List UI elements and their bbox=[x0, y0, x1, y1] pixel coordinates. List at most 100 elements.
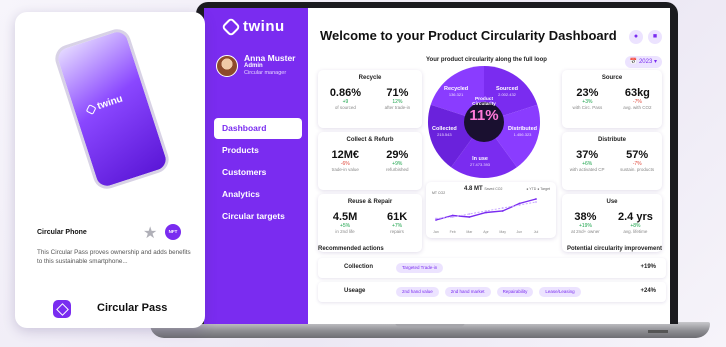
segment-label: Collected 215.543 bbox=[432, 126, 457, 137]
data-point bbox=[518, 204, 521, 206]
metric-label: in 2nd life bbox=[335, 229, 355, 234]
nft-badge[interactable]: NFT bbox=[165, 224, 181, 240]
co2-line-chart: Jan Feb Mar Apr May Jun Jul bbox=[433, 198, 539, 234]
nav-item-dashboard[interactable]: Dashboard bbox=[214, 118, 302, 139]
notification-icon[interactable]: ● bbox=[629, 30, 643, 44]
metric-label: refurbished bbox=[385, 167, 409, 172]
app-logo-text: twinu bbox=[243, 18, 285, 35]
x-tick-label: Mar bbox=[466, 230, 473, 234]
card-use[interactable]: Use 38% +19% at 2nd+ owner 2.4 yrs +8% avg. … bbox=[562, 194, 662, 252]
card-collect-refurb[interactable]: Collect & Refurb 12M€ -6% trade-in value 2… bbox=[318, 132, 422, 190]
screen: twinu Anna Muster Admin Circular manager… bbox=[204, 8, 670, 324]
action-tag[interactable]: Repairability bbox=[496, 287, 534, 297]
sidebar: twinu Anna Muster Admin Circular manager… bbox=[204, 8, 308, 324]
data-point bbox=[485, 210, 487, 212]
star-icon[interactable]: ★ bbox=[143, 223, 157, 243]
metric-label: trade-in value bbox=[331, 167, 359, 172]
nav: Dashboard Products Customers Analytics C… bbox=[214, 118, 302, 228]
data-point bbox=[468, 213, 471, 215]
twinu-logo-icon bbox=[85, 103, 97, 115]
year-selector[interactable]: 📅 2023 ▾ bbox=[624, 56, 662, 68]
card-title: Distribute bbox=[597, 137, 626, 143]
data-point bbox=[501, 207, 504, 209]
improvement-title: Potential circularity improvement bbox=[566, 246, 662, 252]
metric-value: 57% bbox=[626, 149, 649, 161]
action-tag[interactable]: 2nd hand value bbox=[396, 287, 439, 297]
pass-product-name: Circular Phone bbox=[37, 229, 87, 236]
x-tick-label: Jul bbox=[534, 230, 539, 234]
data-point bbox=[451, 216, 454, 218]
user-name: Anna Muster bbox=[244, 53, 296, 63]
action-label: Useage bbox=[344, 288, 366, 294]
action-tag[interactable]: 2nd hand market bbox=[444, 287, 491, 297]
card-source[interactable]: Source 23% +3% with Circ. Pass 63kg -7% avg.… bbox=[562, 70, 662, 128]
app-logo[interactable]: twinu bbox=[221, 16, 285, 37]
metric-label: sustain. products bbox=[620, 167, 655, 172]
card-title: Collect & Refurb bbox=[346, 137, 394, 143]
card-reuse-repair[interactable]: Reuse & Repair 4.5M +5% in 2nd life 61K +7%… bbox=[318, 194, 422, 252]
card-recycle[interactable]: Recycle 0.86% +9 of sourced 71% 12% after tr… bbox=[318, 70, 422, 128]
action-tag[interactable]: Targeted Trade-in bbox=[396, 263, 444, 273]
card-title: Use bbox=[606, 199, 618, 205]
metric-value: 0.86% bbox=[329, 87, 362, 99]
chat-icon[interactable]: ■ bbox=[648, 30, 662, 44]
action-tag[interactable]: Lease/Leasing bbox=[539, 287, 581, 297]
segment-label: In use 27.473.393 bbox=[470, 156, 491, 167]
recommended-actions-title: Recommended actions bbox=[318, 246, 384, 252]
circular-pass-card[interactable]: twinu Circular Phone ★ NFT This Circular… bbox=[15, 12, 205, 328]
chart-title: 4.8 MT Saved CO2 bbox=[464, 186, 503, 192]
x-tick-label: Jan bbox=[433, 230, 439, 234]
data-point bbox=[501, 210, 504, 212]
metric-value: 61K bbox=[386, 211, 408, 223]
metric-value: 37% bbox=[576, 149, 599, 161]
nav-item-products[interactable]: Products bbox=[214, 140, 302, 161]
co2-chart-card[interactable]: 4.8 MT Saved CO2 ● YTD ● Target MT CO2 J… bbox=[426, 182, 556, 238]
action-row-collection[interactable]: Collection Targeted Trade-in +19% bbox=[318, 258, 666, 278]
chart-legend: ● YTD ● Target bbox=[526, 187, 550, 191]
laptop-ports bbox=[648, 330, 668, 333]
main: Welcome to your Product Circularity Dash… bbox=[308, 8, 670, 324]
metric-value: 63kg bbox=[624, 87, 650, 99]
metric-value: 71% bbox=[386, 87, 409, 99]
x-tick-label: May bbox=[499, 230, 506, 234]
circularity-loop-chart: Recycled 136.321 Sourced 2.002.432 Distrib… bbox=[426, 64, 542, 180]
metric-label: with Circ. Pass bbox=[572, 105, 603, 110]
nav-item-customers[interactable]: Customers bbox=[214, 162, 302, 183]
twinu-logo-icon bbox=[221, 16, 241, 37]
loop-subtitle: Your product circularity along the full … bbox=[426, 57, 547, 63]
card-title: Reuse & Repair bbox=[347, 199, 393, 205]
metric-value: 4.5M bbox=[332, 211, 358, 223]
center-title: Product Circularity bbox=[472, 97, 496, 107]
data-point bbox=[535, 201, 537, 203]
header-icons: ● ■ bbox=[629, 30, 662, 44]
metric-label: repairs bbox=[390, 229, 404, 234]
circularity-center: Product Circularity 11% bbox=[466, 97, 502, 124]
pass-name: Circular Pass bbox=[97, 302, 168, 314]
metric-label: after trade-in bbox=[384, 105, 411, 110]
segment-label: Recycled 136.321 bbox=[444, 86, 469, 97]
metric-label: avg. with CO2 bbox=[623, 105, 652, 110]
metric-value: 12M€ bbox=[331, 149, 360, 161]
year-value: 2023 bbox=[638, 59, 653, 65]
nav-item-analytics[interactable]: Analytics bbox=[214, 184, 302, 205]
scene: twinu Anna Muster Admin Circular manager… bbox=[0, 0, 726, 347]
laptop: twinu Anna Muster Admin Circular manager… bbox=[196, 2, 678, 324]
action-row-useage[interactable]: Useage 2nd hand value 2nd hand market Re… bbox=[318, 282, 666, 302]
metric-value: 29% bbox=[386, 149, 409, 161]
circular-pass-icon bbox=[53, 300, 71, 318]
user-title: Circular manager bbox=[244, 70, 287, 76]
card-distribute[interactable]: Distribute 37% +6% with activated CP 57% -7… bbox=[562, 132, 662, 190]
center-value: 11% bbox=[469, 107, 499, 124]
data-point bbox=[468, 216, 471, 218]
metric-value: 2.4 yrs bbox=[618, 211, 653, 223]
metric-label: of sourced bbox=[334, 105, 356, 110]
user-profile[interactable]: Anna Muster Admin Circular manager bbox=[216, 54, 295, 77]
page-title: Welcome to your Product Circularity Dash… bbox=[320, 28, 617, 43]
x-tick-label: Feb bbox=[450, 230, 456, 234]
data-point bbox=[535, 198, 537, 200]
user-role: Admin bbox=[244, 63, 263, 69]
nav-item-circular-targets[interactable]: Circular targets bbox=[214, 206, 302, 227]
x-tick-label: Jun bbox=[517, 230, 523, 234]
action-value: +19% bbox=[640, 264, 656, 270]
metric-value: 38% bbox=[574, 211, 597, 223]
